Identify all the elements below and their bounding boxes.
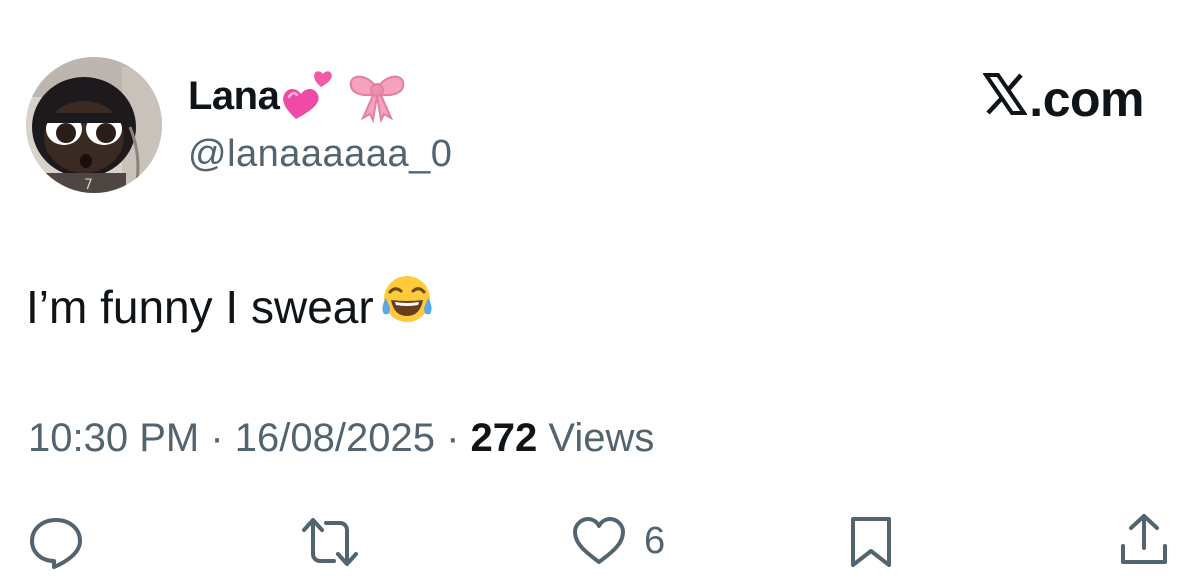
like-button[interactable]: 6 [572, 516, 665, 566]
share-icon [1118, 512, 1170, 568]
tweet-text: I’m funny I swear [26, 272, 436, 341]
views-label: Views [537, 416, 655, 460]
avatar-image: 7 [26, 57, 162, 193]
tweet-date[interactable]: 16/08/2025 [235, 416, 435, 461]
ribbon-icon [347, 64, 407, 129]
tweet-body: I’m funny I swear [26, 280, 374, 333]
bookmark-button[interactable] [848, 514, 894, 570]
avatar[interactable]: 7 [26, 57, 162, 193]
meta-separator: · [434, 416, 471, 460]
like-count: 6 [644, 519, 666, 562]
brand-logo: .com [982, 70, 1144, 128]
display-name[interactable]: Lana [188, 74, 280, 119]
meta-separator: · [199, 416, 235, 460]
tweet-actions: 6 [0, 510, 1200, 574]
views-count: 272 [470, 416, 538, 460]
share-button[interactable] [1118, 512, 1170, 568]
tweet-meta: 10:30 PM · 16/08/2025 · 272 Views [28, 416, 654, 461]
heart-icon [572, 516, 626, 566]
repost-button[interactable] [300, 516, 360, 568]
author-handle[interactable]: @lanaaaaaa_0 [188, 133, 452, 176]
x-logo-icon [982, 70, 1029, 128]
author-name-row[interactable]: Lana [188, 66, 407, 126]
bookmark-icon [848, 514, 894, 570]
tweet-time[interactable]: 10:30 PM [28, 416, 199, 461]
repost-icon [300, 516, 360, 568]
brand-label: .com [1029, 71, 1144, 127]
reply-icon [28, 514, 84, 570]
two-hearts-icon [279, 63, 341, 130]
svg-text:7: 7 [84, 177, 93, 193]
face-with-tears-of-joy-icon [378, 272, 436, 341]
reply-button[interactable] [28, 514, 84, 570]
